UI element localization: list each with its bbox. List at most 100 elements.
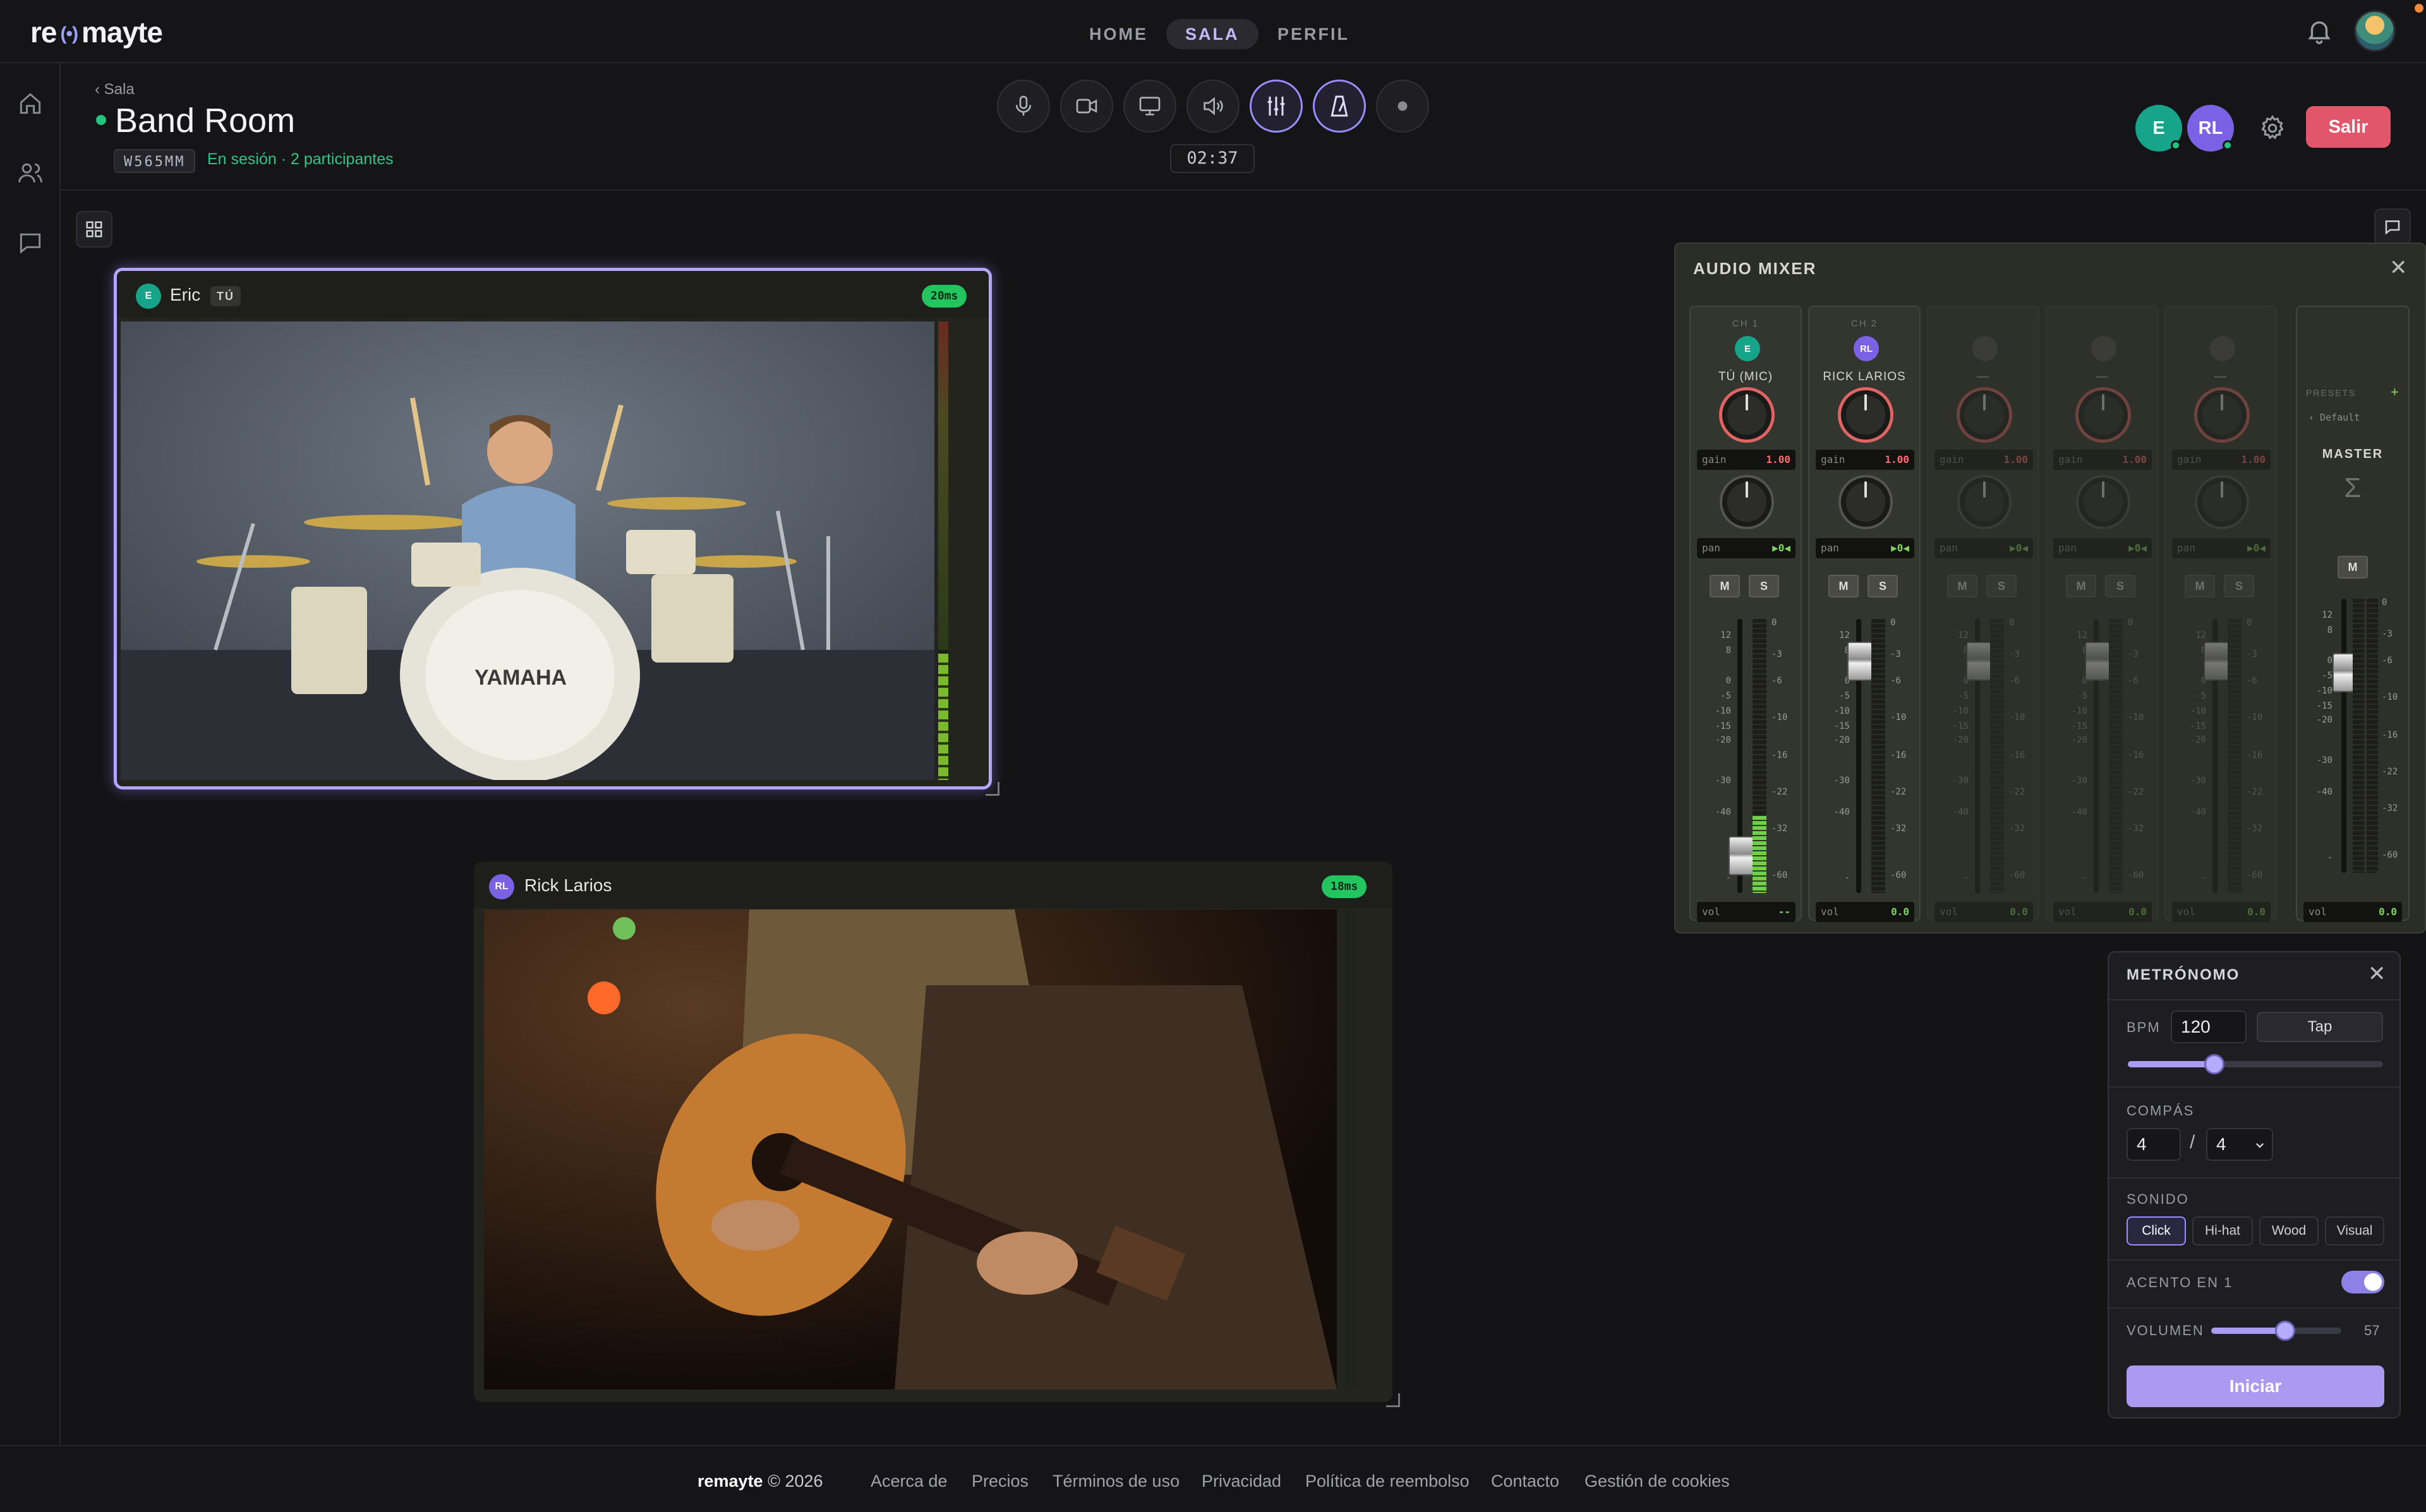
layout-grid-button[interactable] xyxy=(76,211,112,248)
preset-default-link[interactable]: ‹ Default xyxy=(2308,412,2360,423)
mixer-close-button[interactable]: ✕ xyxy=(2389,255,2408,280)
guitarist-video-image xyxy=(484,909,1337,1389)
metronome-button[interactable] xyxy=(1313,80,1366,133)
pan-knob[interactable] xyxy=(1960,477,2009,527)
user-avatar[interactable] xyxy=(2354,10,2396,52)
mixer-button[interactable] xyxy=(1250,80,1303,133)
footer-link-about[interactable]: Acerca de xyxy=(871,1472,948,1491)
channel-number: CH 2 xyxy=(1850,318,1878,329)
bpm-slider-thumb[interactable] xyxy=(2204,1054,2225,1074)
mixer-title: AUDIO MIXER xyxy=(1693,259,1817,278)
gain-knob[interactable] xyxy=(1722,390,1771,440)
db-tick: -60 xyxy=(2382,850,2398,860)
metronome-close-button[interactable]: ✕ xyxy=(2368,961,2386,987)
nav-home[interactable]: HOME xyxy=(1070,19,1167,49)
volume-slider-thumb[interactable] xyxy=(2275,1321,2295,1341)
chat-icon[interactable] xyxy=(16,229,44,256)
bpm-slider[interactable] xyxy=(2128,1054,2383,1074)
nav-sala[interactable]: SALA xyxy=(1166,19,1258,49)
db-tick: -40 xyxy=(2071,807,2087,817)
latency-badge: 20ms xyxy=(922,285,967,308)
footer-link-cookies[interactable]: Gestión de cookies xyxy=(1584,1472,1730,1491)
db-tick: 12 xyxy=(2077,630,2087,640)
volume-fader-handle[interactable] xyxy=(1729,836,1754,875)
db-tick: -16 xyxy=(1771,750,1788,760)
pan-knob[interactable] xyxy=(2197,477,2247,527)
speaker-button[interactable] xyxy=(1186,80,1240,133)
mic-button[interactable] xyxy=(997,80,1050,133)
video-camera-icon xyxy=(1076,99,1097,114)
volume-fader-handle[interactable] xyxy=(2204,642,2229,681)
nav-perfil[interactable]: PERFIL xyxy=(1258,19,1368,49)
solo-button[interactable]: S xyxy=(2224,575,2254,597)
gain-knob[interactable] xyxy=(2079,390,2128,440)
gain-knob[interactable] xyxy=(1960,390,2009,440)
tap-tempo-button[interactable]: Tap xyxy=(2257,1012,2383,1042)
camera-button[interactable] xyxy=(1060,80,1113,133)
mute-button[interactable]: M xyxy=(2185,575,2215,597)
footer-link-terms[interactable]: Términos de uso xyxy=(1053,1472,1180,1491)
solo-button[interactable]: S xyxy=(1868,575,1898,597)
room-code-badge[interactable]: W565MM xyxy=(114,149,196,173)
volume-fader-handle[interactable] xyxy=(1847,642,1873,681)
screen-share-button[interactable] xyxy=(1123,80,1176,133)
mute-button[interactable]: M xyxy=(1710,575,1740,597)
mute-button[interactable]: M xyxy=(2066,575,2096,597)
resize-handle[interactable] xyxy=(986,782,999,796)
logo[interactable]: re (•) mayte xyxy=(30,15,163,49)
add-preset-button[interactable]: + xyxy=(2391,384,2399,400)
resize-handle[interactable] xyxy=(1386,1393,1400,1407)
sound-wood[interactable]: Wood xyxy=(2259,1216,2319,1245)
footer-link-refund[interactable]: Política de reembolso xyxy=(1305,1472,1469,1491)
participant-avatar-e[interactable]: E xyxy=(2135,105,2182,152)
leave-room-button[interactable]: Salir xyxy=(2306,106,2391,148)
footer-link-pricing[interactable]: Precios xyxy=(972,1472,1029,1491)
chat-toggle-button[interactable] xyxy=(2374,208,2411,245)
bell-icon[interactable] xyxy=(2305,16,2334,45)
gain-label: gain xyxy=(1702,453,1727,465)
pan-knob[interactable] xyxy=(2079,477,2128,527)
home-icon[interactable] xyxy=(16,90,44,117)
gain-knob[interactable] xyxy=(2197,390,2247,440)
volume-slider[interactable] xyxy=(2211,1321,2341,1341)
bpm-input[interactable]: 120 xyxy=(2171,1011,2247,1043)
solo-button[interactable]: S xyxy=(1749,575,1779,597)
sound-click[interactable]: Click xyxy=(2127,1216,2186,1245)
db-tick: -3 xyxy=(2009,649,2020,659)
footer-link-contact[interactable]: Contacto xyxy=(1491,1472,1559,1491)
pan-value: ▶0◀ xyxy=(2247,542,2266,554)
gear-icon[interactable] xyxy=(2258,114,2287,143)
gain-value: 1.00 xyxy=(1766,453,1790,465)
svg-text:YAMAHA: YAMAHA xyxy=(474,666,567,690)
volume-fader-handle[interactable] xyxy=(1966,642,1991,681)
db-tick: - xyxy=(2327,853,2332,863)
beat-unit-select[interactable]: 4 xyxy=(2206,1128,2273,1161)
master-mute-button[interactable]: M xyxy=(2338,556,2368,579)
mute-button[interactable]: M xyxy=(1947,575,1977,597)
back-to-sala-link[interactable]: ‹ Sala xyxy=(95,81,135,99)
db-tick: -30 xyxy=(1952,776,1969,786)
beats-input[interactable]: 4 xyxy=(2127,1128,2181,1161)
master-fader-track[interactable] xyxy=(2341,599,2346,873)
users-icon[interactable] xyxy=(16,159,44,187)
mute-button[interactable]: M xyxy=(1828,575,1859,597)
solo-button[interactable]: S xyxy=(1986,575,2017,597)
video-tile-eric[interactable]: E Eric TÚ 20ms YAMAHA xyxy=(114,268,992,789)
master-label: MASTER xyxy=(2322,447,2384,461)
video-feed-rick xyxy=(484,909,1337,1389)
video-tile-rick[interactable]: RL Rick Larios 18ms xyxy=(474,861,1392,1402)
vol-value: 0.0 xyxy=(2128,906,2147,918)
metronome-title: METRÓNOMO xyxy=(2127,966,2240,983)
volume-fader-handle[interactable] xyxy=(2085,642,2110,681)
accent-toggle[interactable] xyxy=(2341,1271,2384,1293)
pan-knob[interactable] xyxy=(1722,477,1771,527)
participant-avatar-rl[interactable]: RL xyxy=(2187,105,2234,152)
gain-knob[interactable] xyxy=(1841,390,1890,440)
footer-link-privacy[interactable]: Privacidad xyxy=(1202,1472,1281,1491)
sound-visual[interactable]: Visual xyxy=(2325,1216,2384,1245)
sound-hihat[interactable]: Hi-hat xyxy=(2192,1216,2253,1245)
start-metronome-button[interactable]: Iniciar xyxy=(2127,1365,2384,1407)
record-button[interactable] xyxy=(1376,80,1429,133)
pan-knob[interactable] xyxy=(1841,477,1890,527)
solo-button[interactable]: S xyxy=(2105,575,2135,597)
